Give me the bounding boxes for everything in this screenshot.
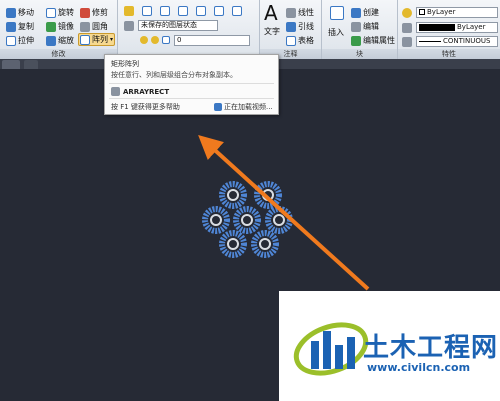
trim-button[interactable]: 修剪 [80, 6, 108, 19]
video-icon [214, 103, 222, 111]
edit-block-button[interactable]: 编辑 [351, 20, 379, 33]
layer-off-icon[interactable] [178, 6, 188, 16]
color-wheel-icon [402, 8, 412, 18]
lightbulb-icon[interactable] [140, 36, 148, 44]
mirror-button[interactable]: 镜像 [46, 20, 74, 33]
annotation-panel: A 文字 线性 引线 表格 注释 [260, 0, 322, 59]
layer-state-icon [124, 21, 134, 31]
scale-icon [46, 35, 56, 46]
lock-icon[interactable] [162, 36, 170, 44]
properties-panel-title: 特性 [398, 49, 500, 59]
ring-7 [251, 230, 279, 258]
rotate-button[interactable]: 旋转 [46, 6, 74, 19]
layer-combo[interactable]: 0 [174, 35, 250, 46]
linear-dimension-button[interactable]: 线性 [286, 6, 314, 19]
linetype-icon [402, 37, 412, 47]
modify-panel: 移动 旋转 修剪 复制 镜像 圆角 拉伸 缩放 阵列 ▾ 修改 [0, 0, 118, 59]
insert-button-label[interactable]: 插入 [328, 27, 344, 38]
fillet-button[interactable]: 圆角 [80, 20, 108, 33]
layer-previous-icon[interactable] [232, 6, 242, 16]
stretch-button[interactable]: 拉伸 [6, 34, 34, 47]
ring-5 [265, 206, 293, 234]
tooltip-title: 矩形阵列 [111, 60, 139, 68]
table-button[interactable]: 表格 [286, 34, 314, 47]
ring-1 [219, 181, 247, 209]
linear-dimension-icon [286, 7, 296, 18]
new-tab-button[interactable] [24, 60, 38, 69]
lineweight-swatch [419, 23, 455, 31]
tooltip-video: 正在加载视频... [214, 102, 273, 112]
tooltip-description: 按任意行、列和层级组合分布对象副本。 [111, 71, 237, 79]
lineweight-icon [402, 23, 412, 33]
command-icon [111, 87, 120, 96]
move-button[interactable]: 移动 [6, 6, 34, 19]
block-panel-title: 块 [322, 49, 397, 59]
edit-attributes-icon [351, 35, 361, 46]
ring-6 [219, 230, 247, 258]
move-icon [6, 7, 16, 18]
array-tooltip: 矩形阵列 按任意行、列和层级组合分布对象副本。 ARRAYRECT 按 F1 键… [104, 54, 279, 115]
orange-arrow [198, 134, 370, 291]
lineweight-combo[interactable]: ByLayer [416, 22, 498, 33]
fillet-icon [80, 21, 90, 32]
watermark-title: 土木工程网 [363, 333, 499, 363]
tooltip-divider-2 [109, 98, 274, 99]
properties-panel: ByLayer ByLayer CONTINUOUS 特性 [398, 0, 500, 59]
table-icon [286, 35, 296, 46]
text-icon[interactable]: A [264, 2, 278, 24]
ring-array [202, 181, 293, 258]
chevron-down-icon: ▾ [110, 36, 114, 43]
create-block-icon [351, 7, 361, 18]
tooltip-help: 按 F1 键获得更多帮助 [111, 103, 180, 111]
linetype-combo[interactable]: CONTINUOUS [416, 36, 498, 47]
array-button[interactable]: 阵列 ▾ [78, 33, 116, 46]
layer-match-icon[interactable] [214, 6, 224, 16]
linetype-swatch [419, 40, 441, 42]
scale-button[interactable]: 缩放 [46, 34, 74, 47]
tooltip-divider [109, 83, 274, 84]
rotate-icon [46, 7, 56, 18]
ring-4 [233, 206, 261, 234]
color-swatch-icon [419, 9, 425, 15]
drawing-tab[interactable] [2, 60, 20, 69]
layer-state-combo[interactable]: 未保存的图层状态 [138, 20, 218, 31]
layer-freeze-icon[interactable] [160, 6, 170, 16]
copy-button[interactable]: 复制 [6, 20, 34, 33]
edit-attributes-button[interactable]: 编辑属性 [351, 34, 395, 47]
leader-icon [286, 21, 296, 32]
stretch-icon [6, 35, 16, 46]
layer-properties-icon[interactable] [124, 6, 134, 16]
layers-panel: 未保存的图层状态 0 [118, 0, 260, 59]
text-button-label[interactable]: 文字 [264, 26, 280, 37]
modify-panel-title: 修改 [0, 49, 117, 59]
layer-lock-icon[interactable] [196, 6, 206, 16]
create-block-button[interactable]: 创建 [351, 6, 379, 19]
copy-icon [6, 21, 16, 32]
trim-icon [80, 7, 90, 18]
color-combo[interactable]: ByLayer [416, 7, 498, 18]
insert-icon[interactable] [330, 6, 344, 20]
block-panel: 插入 创建 编辑 编辑属性 块 [322, 0, 398, 59]
watermark-url: www.civilcn.com [367, 361, 471, 374]
civilcn-logo [293, 322, 369, 376]
ribbon: 移动 旋转 修剪 复制 镜像 圆角 拉伸 缩放 阵列 ▾ 修改 未保存的图层状态 … [0, 0, 500, 59]
mirror-icon [46, 21, 56, 32]
layer-isolate-icon[interactable] [142, 6, 152, 16]
ring-3 [202, 206, 230, 234]
watermark: 土木工程网 www.civilcn.com [279, 291, 500, 401]
array-icon [80, 34, 90, 45]
leader-button[interactable]: 引线 [286, 20, 314, 33]
sun-icon[interactable] [151, 36, 159, 44]
tooltip-command: ARRAYRECT [111, 87, 169, 96]
edit-block-icon [351, 21, 361, 32]
